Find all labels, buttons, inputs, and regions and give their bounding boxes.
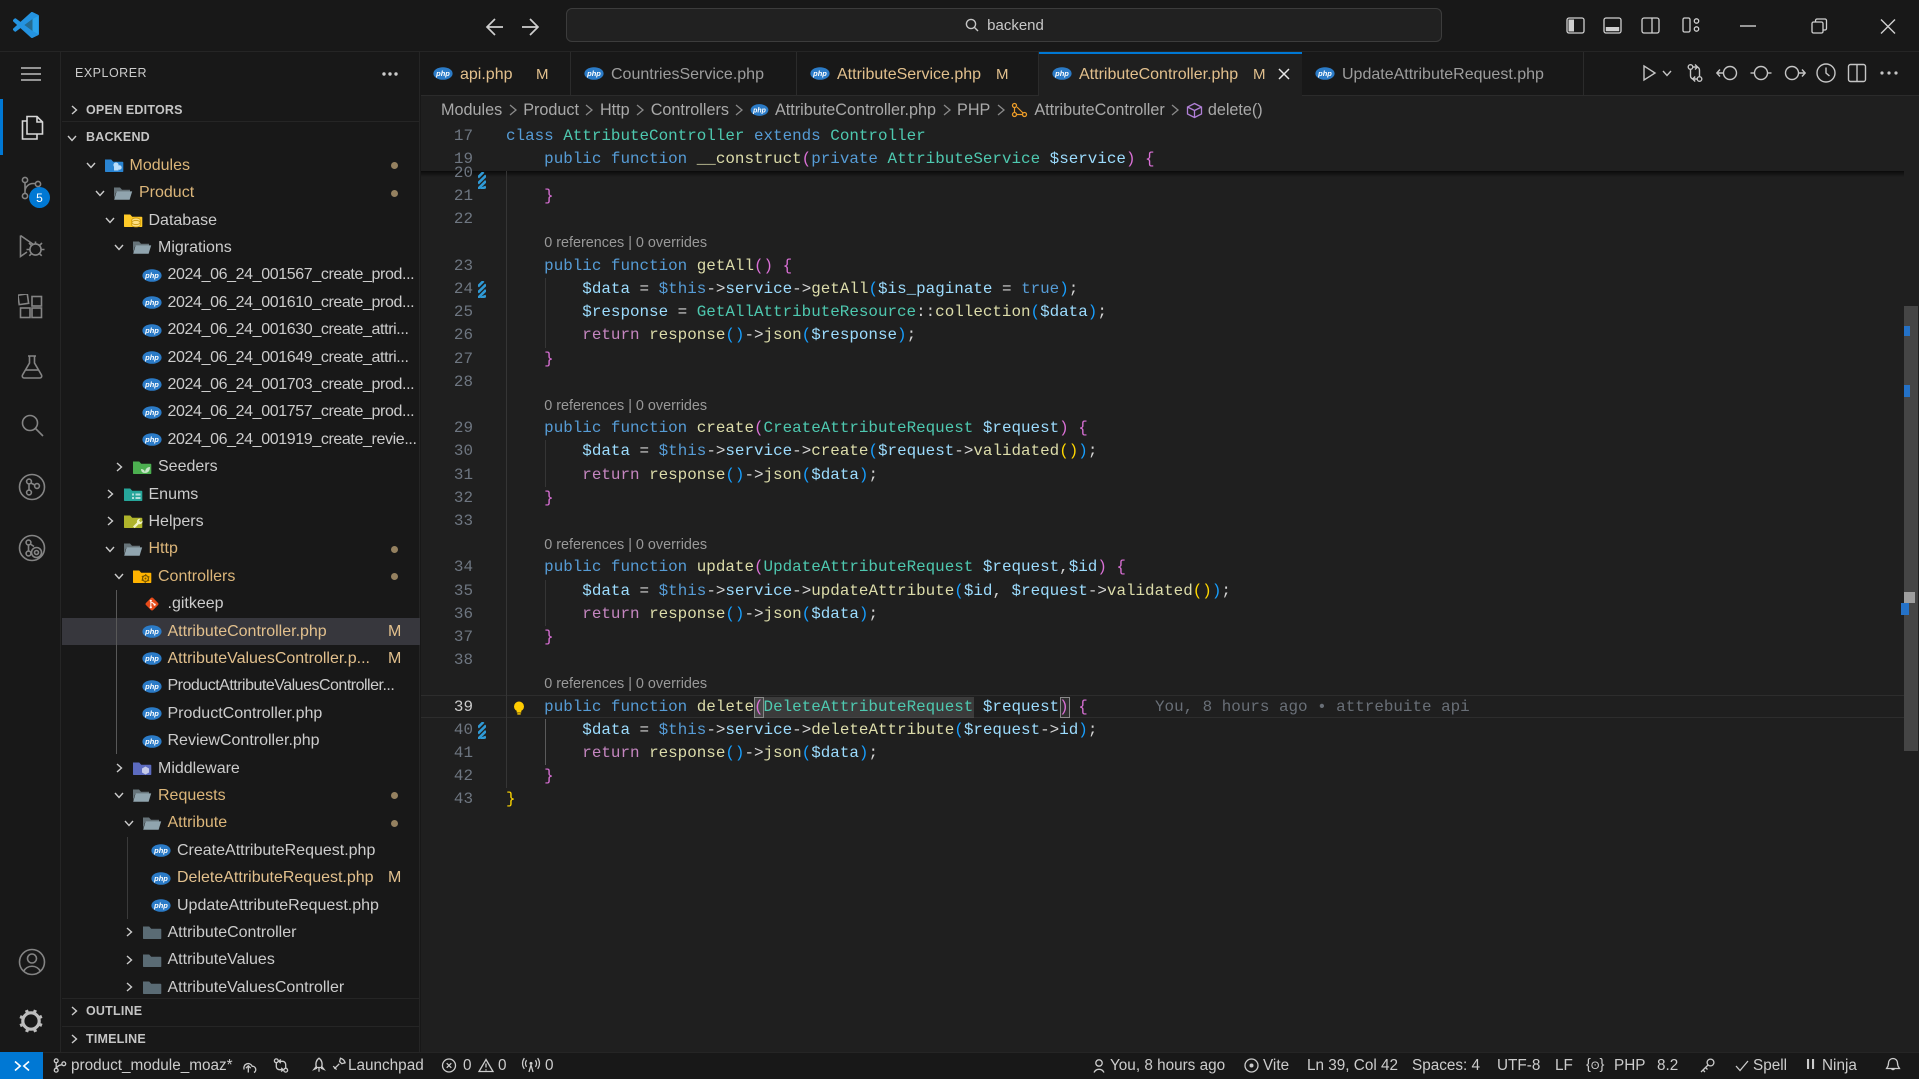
svg-text:php: php: [144, 326, 159, 335]
svg-text:php: php: [144, 435, 159, 444]
svg-text:php: php: [435, 69, 450, 78]
svg-text:php: php: [586, 69, 601, 78]
svg-text:php: php: [144, 353, 159, 362]
svg-text:php: php: [153, 846, 168, 855]
svg-text:php: php: [144, 655, 159, 664]
svg-text:php: php: [812, 69, 827, 78]
svg-text:php: php: [144, 709, 159, 718]
svg-text:php: php: [144, 627, 159, 636]
svg-text:php: php: [144, 298, 159, 307]
svg-text:php: php: [144, 381, 159, 390]
svg-text:php: php: [1054, 69, 1069, 78]
svg-text:php: php: [144, 271, 159, 280]
svg-text:php: php: [752, 107, 766, 114]
svg-text:php: php: [1317, 69, 1332, 78]
svg-text:php: php: [144, 737, 159, 746]
svg-text:php: php: [144, 408, 159, 417]
svg-text:php: php: [153, 874, 168, 883]
svg-text:php: php: [153, 901, 168, 910]
svg-text:php: php: [144, 682, 159, 691]
